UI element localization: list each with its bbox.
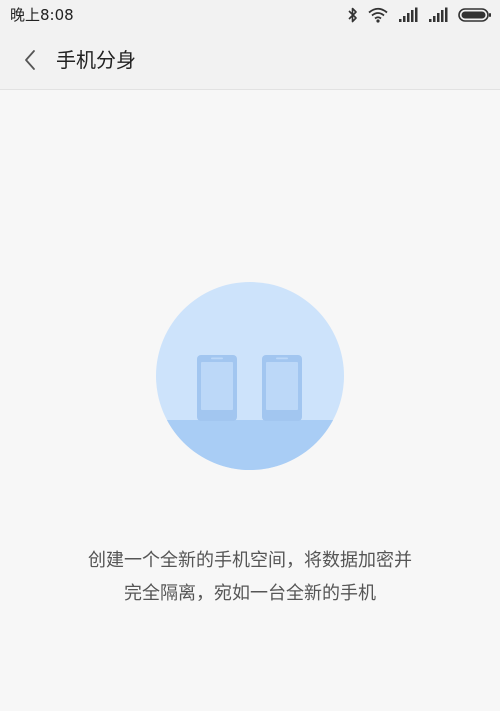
status-time: 晚上8:08 [10,6,74,24]
status-bar: 晚上8:08 [0,0,500,30]
illustration-ground [156,420,344,470]
battery-icon [458,8,491,22]
phone-right-icon [262,355,302,421]
signal-icon [399,7,418,22]
feature-description: 创建一个全新的手机空间，将数据加密并 完全隔离，宛如一台全新的手机 [30,544,470,610]
chevron-left-icon [25,50,35,70]
description-line-1: 创建一个全新的手机空间，将数据加密并 [88,550,412,571]
signal-icon [429,7,448,22]
dual-phone-icon [156,282,344,470]
back-button[interactable] [14,44,46,76]
status-icons [348,5,492,25]
phone-left-icon [197,355,237,421]
description-line-2: 完全隔离，宛如一台全新的手机 [124,583,376,604]
bluetooth-icon [348,7,357,23]
page-title: 手机分身 [56,48,136,72]
main-content: 创建一个全新的手机空间，将数据加密并 完全隔离，宛如一台全新的手机 [0,90,500,711]
action-bar: 手机分身 [0,30,500,90]
wifi-icon [368,7,388,23]
